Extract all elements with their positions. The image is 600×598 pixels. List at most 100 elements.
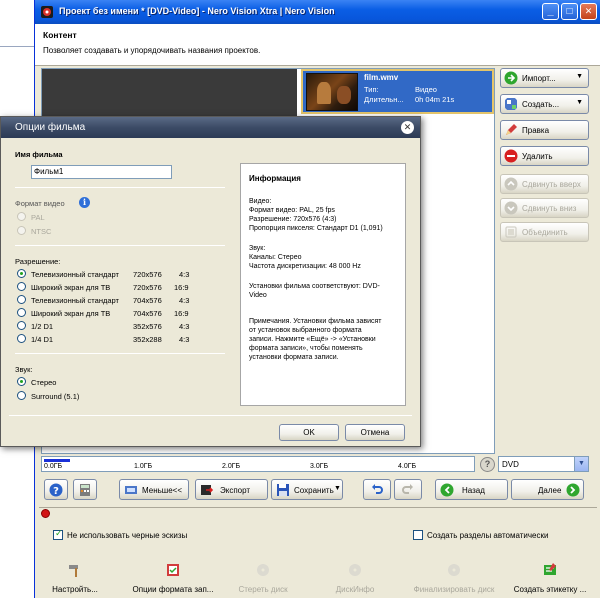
page-title: Контент xyxy=(43,30,77,40)
format-ntsc-label: NTSC xyxy=(31,227,52,236)
disc-type-value: DVD xyxy=(502,460,519,469)
sound-surround-radio[interactable] xyxy=(17,391,26,400)
format-pal-label: PAL xyxy=(31,213,45,222)
chevron-down-icon: ▼ xyxy=(334,485,341,492)
divider xyxy=(15,187,225,188)
merge-button[interactable]: Объединить xyxy=(500,222,589,242)
help-button[interactable]: ? xyxy=(44,479,68,500)
less-button[interactable]: Меньше<< xyxy=(119,479,189,500)
format-options-button[interactable]: Опции формата зап... xyxy=(123,560,223,596)
auto-chapters-checkbox[interactable] xyxy=(413,530,423,540)
arrow-left-icon xyxy=(440,483,454,497)
export-button[interactable]: Экспорт xyxy=(195,479,268,500)
export-icon xyxy=(201,485,214,495)
label-icon xyxy=(544,563,556,575)
calculator-button[interactable] xyxy=(73,479,97,500)
hammer-icon xyxy=(69,565,78,577)
nero-app-icon xyxy=(41,6,53,18)
help-icon[interactable]: ? xyxy=(480,457,495,472)
resolution-radio[interactable] xyxy=(17,308,26,317)
ok-button[interactable]: OK xyxy=(279,424,339,441)
format-pal-radio[interactable] xyxy=(17,212,26,221)
finalize-disc-button[interactable]: Финализировать диск xyxy=(411,560,497,596)
divider xyxy=(39,507,597,508)
info-icon[interactable]: i xyxy=(79,197,90,208)
divider xyxy=(15,353,225,354)
disc-capacity-bar: 0.0ГБ 1.0ГБ 2.0ГБ 3.0ГБ 4.0ГБ xyxy=(41,456,475,472)
move-up-button[interactable]: Сдвинуть вверх xyxy=(500,174,589,194)
no-black-thumbs-checkbox[interactable] xyxy=(53,528,63,540)
capacity-fill xyxy=(44,459,70,462)
next-button[interactable]: Далее xyxy=(511,479,584,500)
redo-button[interactable] xyxy=(394,479,422,500)
resolution-radio[interactable] xyxy=(17,295,26,304)
create-label-button[interactable]: Создать этикетку ... xyxy=(505,560,595,596)
minimize-button[interactable]: _ xyxy=(542,3,559,20)
create-grid-icon xyxy=(505,98,517,110)
resolution-radio[interactable] xyxy=(17,334,26,343)
divider xyxy=(15,245,225,246)
capacity-tick: 2.0ГБ xyxy=(222,463,241,470)
disc-info-button[interactable]: ДискИнфо xyxy=(325,560,385,596)
sound-label: Звук: xyxy=(15,365,33,374)
resolution-radio[interactable] xyxy=(17,282,26,291)
status-error-icon xyxy=(41,509,50,518)
save-button[interactable]: Сохранить ▼ xyxy=(271,479,343,500)
close-button[interactable]: ✕ xyxy=(580,3,597,20)
arrow-down-icon xyxy=(504,201,518,215)
move-down-button[interactable]: Сдвинуть вниз xyxy=(500,198,589,218)
film-name: film.wmv xyxy=(364,73,399,82)
delete-button[interactable]: Удалить xyxy=(500,146,589,166)
sound-stereo-radio[interactable] xyxy=(17,377,26,386)
maximize-button[interactable]: □ xyxy=(561,3,578,20)
resolution-radio[interactable] xyxy=(17,321,26,330)
arrow-up-icon xyxy=(504,177,518,191)
page-subtitle: Позволяет создавать и упорядочивать назв… xyxy=(43,46,261,55)
page-header: Контент Позволяет создавать и упорядочив… xyxy=(35,24,600,66)
import-button[interactable]: Импорт... ▼ xyxy=(500,68,589,88)
create-button[interactable]: Создать... ▼ xyxy=(500,94,589,114)
video-format-label: Формат видео xyxy=(15,199,65,208)
merge-icon xyxy=(505,226,517,238)
undo-button[interactable] xyxy=(363,479,391,500)
film-strip-icon xyxy=(125,486,137,494)
redo-icon xyxy=(402,484,413,494)
capacity-tick: 1.0ГБ xyxy=(134,463,153,470)
floppy-disk-icon xyxy=(277,484,289,496)
info-title: Информация xyxy=(249,174,301,183)
settings-button[interactable]: Настройть... xyxy=(45,560,105,596)
capacity-tick: 0.0ГБ xyxy=(44,463,63,470)
back-button[interactable]: Назад xyxy=(435,479,508,500)
film-duration-label: Длительн... xyxy=(364,95,404,104)
resolution-label: Разрешение: xyxy=(15,257,61,266)
divider xyxy=(9,415,412,416)
dialog-title-bar[interactable]: Опции фильма ✕ xyxy=(1,117,420,138)
undo-icon xyxy=(372,484,383,494)
dialog-title: Опции фильма xyxy=(15,122,86,133)
format-ntsc-radio[interactable] xyxy=(17,226,26,235)
resolution-radio[interactable] xyxy=(17,269,26,278)
preview-panel xyxy=(42,69,297,119)
disc-type-select[interactable]: DVD ▼ xyxy=(498,456,589,472)
import-arrow-icon xyxy=(504,71,518,85)
chevron-down-icon: ▼ xyxy=(576,99,583,106)
edit-button[interactable]: Правка xyxy=(500,120,589,140)
info-panel: Информация Видео: Формат видео: PAL, 25 … xyxy=(240,163,406,406)
no-black-thumbs-label: Не использовать черные эскизы xyxy=(67,531,188,540)
background-divider xyxy=(0,46,34,47)
erase-disc-button[interactable]: Стереть диск xyxy=(233,560,293,596)
finalize-disc-icon xyxy=(448,564,460,576)
delete-icon xyxy=(504,149,518,163)
cancel-button[interactable]: Отмена xyxy=(345,424,405,441)
film-thumbnail xyxy=(306,73,358,111)
dialog-close-button[interactable]: ✕ xyxy=(401,121,414,134)
film-list-item[interactable]: film.wmv Тип: Видео Длительн... 0h 04m 2… xyxy=(301,69,494,114)
title-bar[interactable]: Проект без имени * [DVD-Video] - Nero Vi… xyxy=(35,0,600,24)
footer-toolbar: Настройть... Опции формата зап... Стерет… xyxy=(35,556,600,598)
film-type-label: Тип: xyxy=(364,85,379,94)
window-title: Проект без имени * [DVD-Video] - Nero Vi… xyxy=(59,6,335,16)
arrow-right-icon xyxy=(566,483,580,497)
erase-disc-icon xyxy=(257,564,269,576)
chevron-down-icon[interactable]: ▼ xyxy=(574,457,588,471)
film-name-input[interactable]: Фильм1 xyxy=(31,165,172,179)
